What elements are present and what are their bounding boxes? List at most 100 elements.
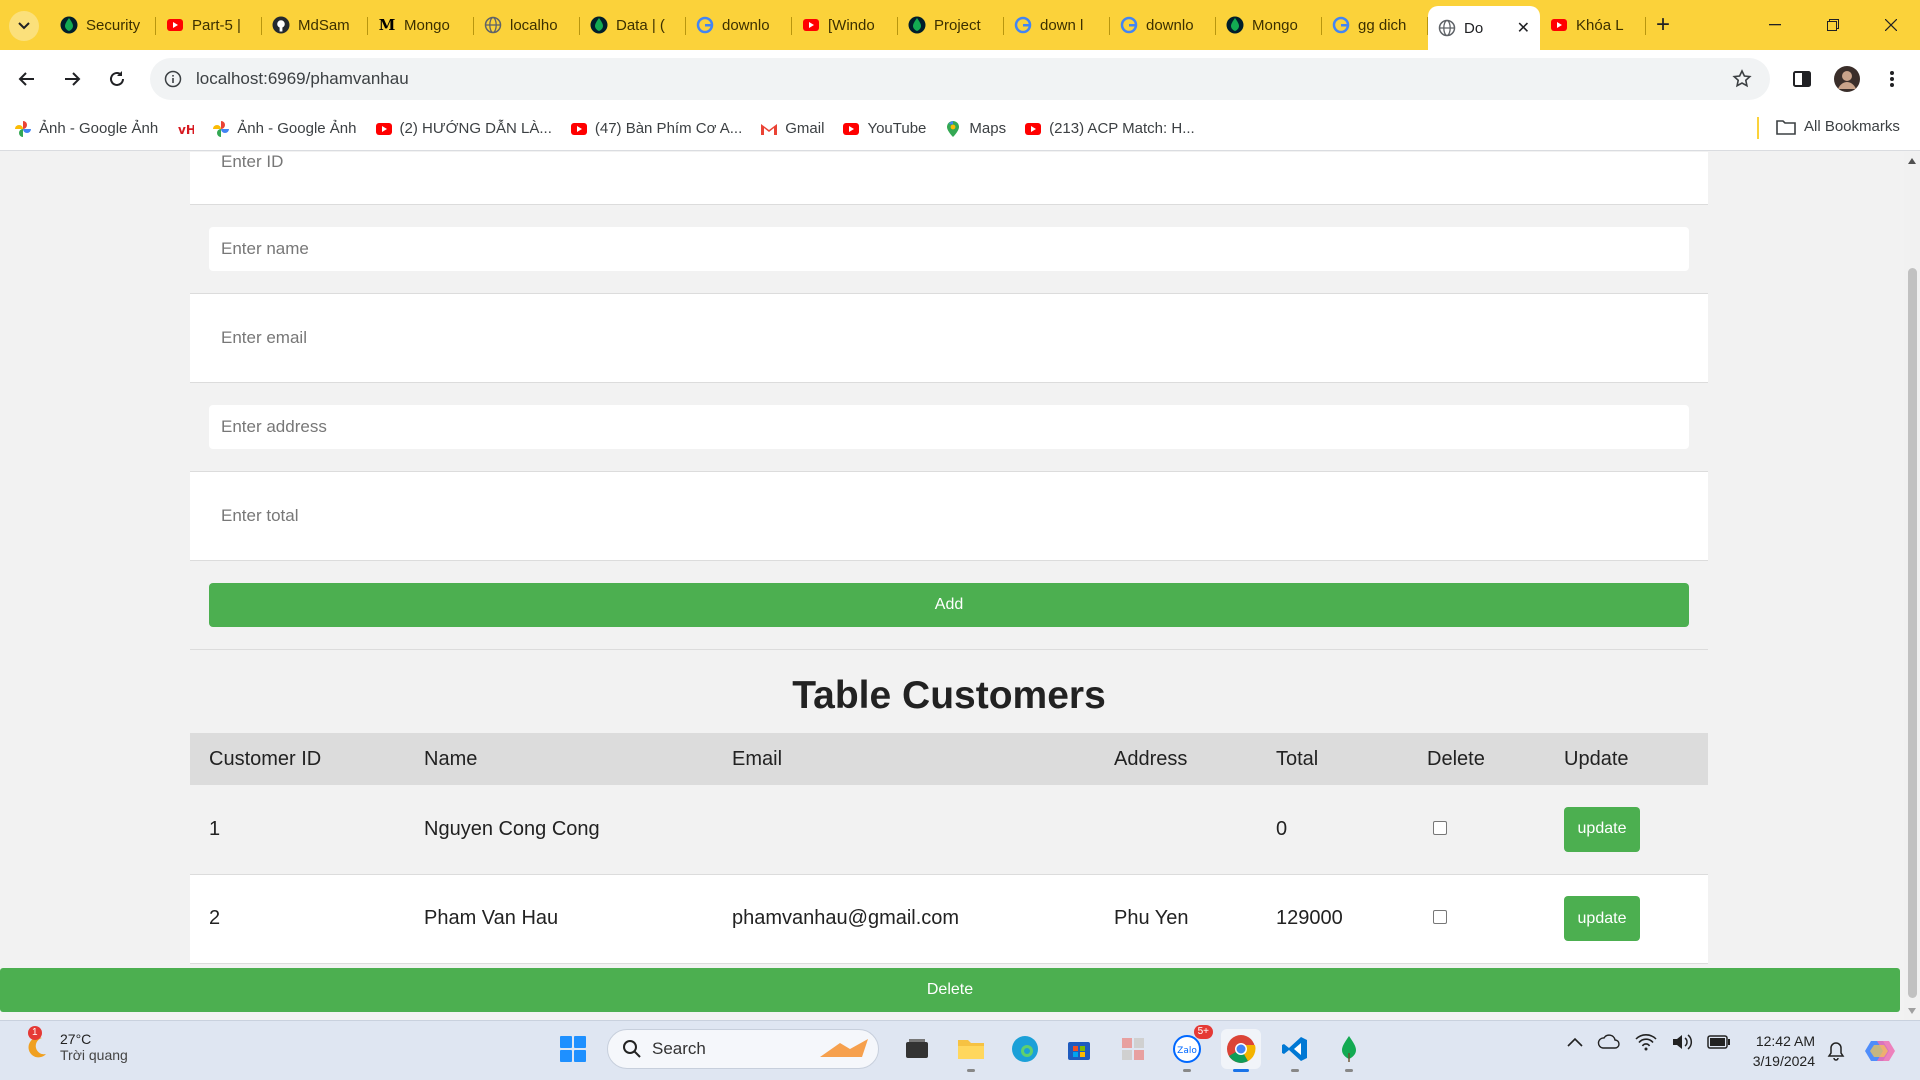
taskbar-task-view[interactable] — [897, 1029, 937, 1069]
taskbar-mongodb-compass[interactable] — [1329, 1029, 1369, 1072]
bookmark-item[interactable]: (2) HƯỚNG DẪN LÀ... — [375, 120, 552, 138]
running-indicator — [1183, 1069, 1191, 1072]
bookmark-item[interactable]: Gmail — [760, 120, 824, 138]
taskbar-app-grid[interactable] — [1113, 1029, 1153, 1069]
update-button[interactable]: update — [1564, 896, 1640, 941]
total-input[interactable] — [209, 494, 1689, 538]
svg-text:M: M — [379, 16, 396, 34]
tab[interactable]: downlo — [686, 6, 792, 44]
cell-address — [1095, 785, 1257, 874]
google-icon — [1120, 16, 1138, 34]
all-bookmarks-button[interactable]: All Bookmarks — [1776, 118, 1900, 135]
tab[interactable]: Data | ( — [580, 6, 686, 44]
taskbar-search[interactable]: Search — [607, 1029, 879, 1069]
cell-name: Nguyen Cong Cong — [424, 817, 600, 840]
youtube-icon — [570, 120, 588, 138]
bookmark-label: (213) ACP Match: H... — [1049, 120, 1195, 137]
name-input[interactable] — [209, 227, 1689, 271]
chevron-up-icon[interactable] — [1567, 1037, 1583, 1047]
system-clock[interactable]: 12:42 AM 3/19/2024 — [1745, 1031, 1815, 1071]
start-button[interactable] — [553, 1029, 593, 1069]
tab[interactable]: Khóa L — [1540, 6, 1646, 44]
tab[interactable]: Part-5 | — [156, 6, 262, 44]
tab[interactable]: localho — [474, 6, 580, 44]
id-input[interactable] — [209, 152, 1689, 172]
form-row-email — [190, 294, 1708, 383]
bookmark-star-icon[interactable] — [1732, 69, 1752, 89]
forward-button[interactable] — [55, 62, 89, 96]
google-photos-icon — [212, 120, 230, 138]
youtube-icon — [842, 120, 860, 138]
delete-button[interactable]: Delete — [0, 968, 1900, 1012]
tab[interactable]: Mongo — [1216, 6, 1322, 44]
tab[interactable]: [Windo — [792, 6, 898, 44]
form-row-id — [190, 152, 1708, 205]
tab[interactable]: MdSam — [262, 6, 368, 44]
taskbar-vscode[interactable] — [1275, 1029, 1315, 1072]
taskbar-zalo[interactable]: Zalo 5+ — [1167, 1025, 1213, 1072]
volume-icon[interactable] — [1671, 1033, 1693, 1051]
notification-bell-icon[interactable] — [1826, 1041, 1846, 1061]
taskbar-file-explorer[interactable] — [951, 1029, 991, 1072]
delete-checkbox[interactable] — [1433, 820, 1447, 835]
youtube-icon — [166, 16, 184, 34]
tab[interactable]: Project — [898, 6, 1004, 44]
bookmark-item[interactable]: (47) Bàn Phím Cơ A... — [570, 120, 742, 138]
tab-list: Security Part-5 | MdSam M Mongo localho Data |… — [50, 6, 1680, 50]
tab-close-icon[interactable]: ✕ — [1517, 18, 1530, 38]
scroll-thumb[interactable] — [1908, 268, 1917, 998]
tab-search-button[interactable] — [9, 11, 39, 41]
onedrive-icon[interactable] — [1597, 1034, 1621, 1050]
bookmark-item[interactable]: (213) ACP Match: H... — [1024, 120, 1195, 138]
bookmark-item[interactable]: Ảnh - Google Ảnh — [14, 120, 158, 138]
back-button[interactable] — [10, 62, 44, 96]
copilot-icon[interactable] — [1865, 1037, 1895, 1065]
tab[interactable]: downlo — [1110, 6, 1216, 44]
taskbar-store[interactable] — [1059, 1029, 1099, 1069]
email-input[interactable] — [209, 316, 1689, 360]
address-input[interactable] — [209, 405, 1689, 449]
new-tab-button[interactable]: + — [1646, 8, 1680, 42]
tab-active[interactable]: Do ✕ — [1428, 6, 1540, 50]
profile-avatar[interactable] — [1830, 62, 1864, 96]
menu-button[interactable] — [1875, 62, 1909, 96]
scroll-up-arrow[interactable] — [1908, 158, 1916, 164]
tab-label: [Windo — [828, 16, 875, 34]
tab[interactable]: M Mongo — [368, 6, 474, 44]
table-title: Table Customers — [792, 674, 1106, 717]
battery-icon[interactable] — [1707, 1035, 1731, 1049]
address-bar[interactable]: localhost:6969/phamvanhau — [150, 58, 1770, 100]
delete-checkbox[interactable] — [1433, 910, 1447, 924]
scroll-down-arrow[interactable] — [1908, 1008, 1916, 1014]
mongodb-icon — [1342, 1036, 1356, 1062]
bookmark-item[interactable]: vH — [176, 120, 194, 138]
tab[interactable]: gg dich — [1322, 6, 1428, 44]
bookmark-item[interactable]: Ảnh - Google Ảnh — [212, 120, 357, 138]
reload-button[interactable] — [100, 62, 134, 96]
tab-strip: Security Part-5 | MdSam M Mongo localho Data |… — [0, 0, 1920, 50]
bookmarks-bar: Ảnh - Google Ảnh vH Ảnh - Google Ảnh (2) HƯ… — [0, 107, 1920, 151]
update-button[interactable]: update — [1564, 806, 1640, 852]
taskbar-chrome[interactable] — [1221, 1029, 1261, 1072]
google-icon — [1332, 16, 1350, 34]
close-window-button[interactable] — [1862, 0, 1920, 50]
folder-icon — [1776, 119, 1796, 135]
page-scrollbar[interactable] — [1904, 152, 1920, 1020]
weather-widget[interactable]: 1 27°C Trời quang — [22, 1026, 128, 1063]
bookmark-item[interactable]: Maps — [944, 120, 1006, 138]
bookmark-label: Maps — [969, 120, 1007, 137]
minimize-button[interactable] — [1746, 0, 1804, 50]
taskbar-edge[interactable] — [1005, 1029, 1045, 1069]
wifi-icon[interactable] — [1635, 1033, 1657, 1051]
task-view-icon — [906, 1039, 928, 1058]
side-panel-button[interactable] — [1785, 62, 1819, 96]
avatar-icon — [1834, 66, 1860, 92]
add-button[interactable]: Add — [209, 583, 1689, 627]
weather-icon: 1 — [22, 1026, 52, 1062]
bookmark-list: Ảnh - Google Ảnh vH Ảnh - Google Ảnh (2) HƯ… — [14, 120, 1213, 138]
tab[interactable]: Security — [50, 6, 156, 44]
restore-button[interactable] — [1804, 0, 1862, 50]
tab[interactable]: down l — [1004, 6, 1110, 44]
bookmark-item[interactable]: YouTube — [842, 120, 926, 138]
browser-toolbar: localhost:6969/phamvanhau — [0, 50, 1920, 107]
